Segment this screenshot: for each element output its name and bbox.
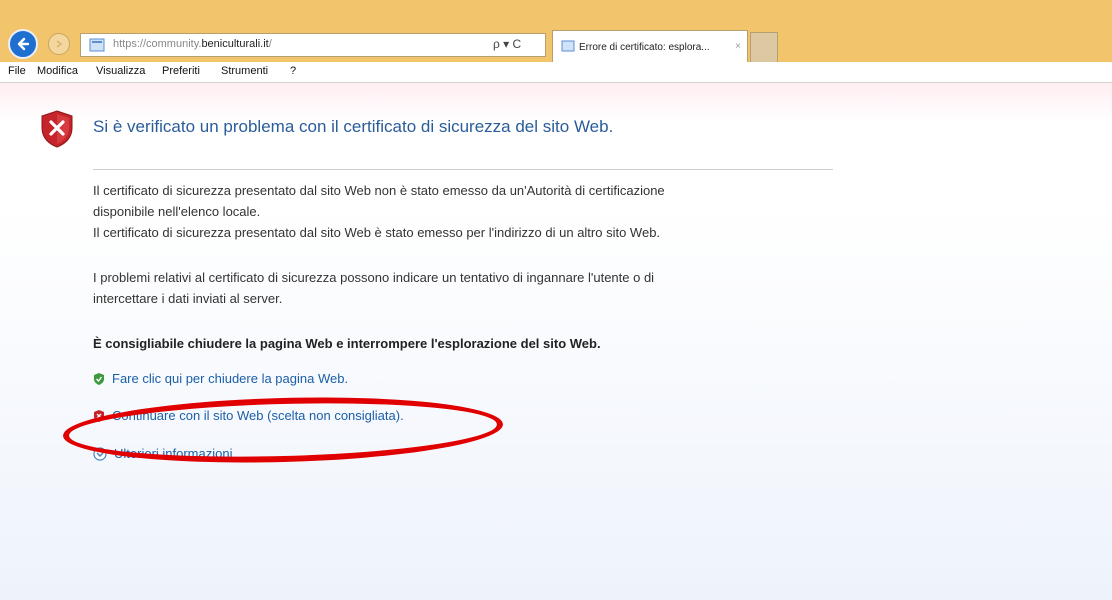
menu-help[interactable]: ? <box>290 65 296 77</box>
risk-explanation-text: I problemi relativi al certificato di si… <box>93 270 655 306</box>
menu-strumenti[interactable]: Strumenti <box>221 65 268 77</box>
menu-visualizza[interactable]: Visualizza <box>96 65 145 77</box>
forward-button[interactable] <box>48 33 70 55</box>
page-title: Si è verificato un problema con il certi… <box>93 117 614 136</box>
close-tab-icon[interactable]: × <box>735 41 741 52</box>
ie-page-icon <box>89 38 105 52</box>
arrow-right-icon <box>56 40 63 48</box>
address-bar[interactable]: https://community.beniculturali.it/ ρ ▾ … <box>80 33 546 57</box>
arrow-left-icon <box>17 37 30 51</box>
address-url: https://community.beniculturali.it/ <box>113 38 272 50</box>
tab-certificate-error[interactable]: Errore di certificato: esplora... × <box>552 30 748 62</box>
recommendation-text: È consigliabile chiudere la pagina Web e… <box>93 336 601 351</box>
menu-file[interactable]: File <box>8 65 26 77</box>
menu-bar: File Modifica Visualizza Preferiti Strum… <box>0 62 1112 83</box>
red-annotation-ellipse <box>62 392 504 468</box>
close-page-link[interactable]: Fare clic qui per chiudere la pagina Web… <box>93 371 348 386</box>
security-error-shield-icon <box>41 110 73 148</box>
divider <box>93 169 833 170</box>
menu-preferiti[interactable]: Preferiti <box>162 65 200 77</box>
page-content: Si è verificato un problema con il certi… <box>0 83 1112 600</box>
menu-modifica[interactable]: Modifica <box>37 65 78 77</box>
cert-issuer-text: Il certificato di sicurezza presentato d… <box>93 183 665 240</box>
back-button[interactable] <box>8 29 38 59</box>
new-tab-button[interactable] <box>750 32 778 62</box>
tab-title: Errore di certificato: esplora... <box>579 42 710 53</box>
green-shield-icon <box>94 372 104 385</box>
browser-titlebar: https://community.beniculturali.it/ ρ ▾ … <box>0 0 1112 62</box>
ie-page-icon <box>561 40 575 52</box>
search-refresh-controls[interactable]: ρ ▾ C <box>493 37 521 51</box>
